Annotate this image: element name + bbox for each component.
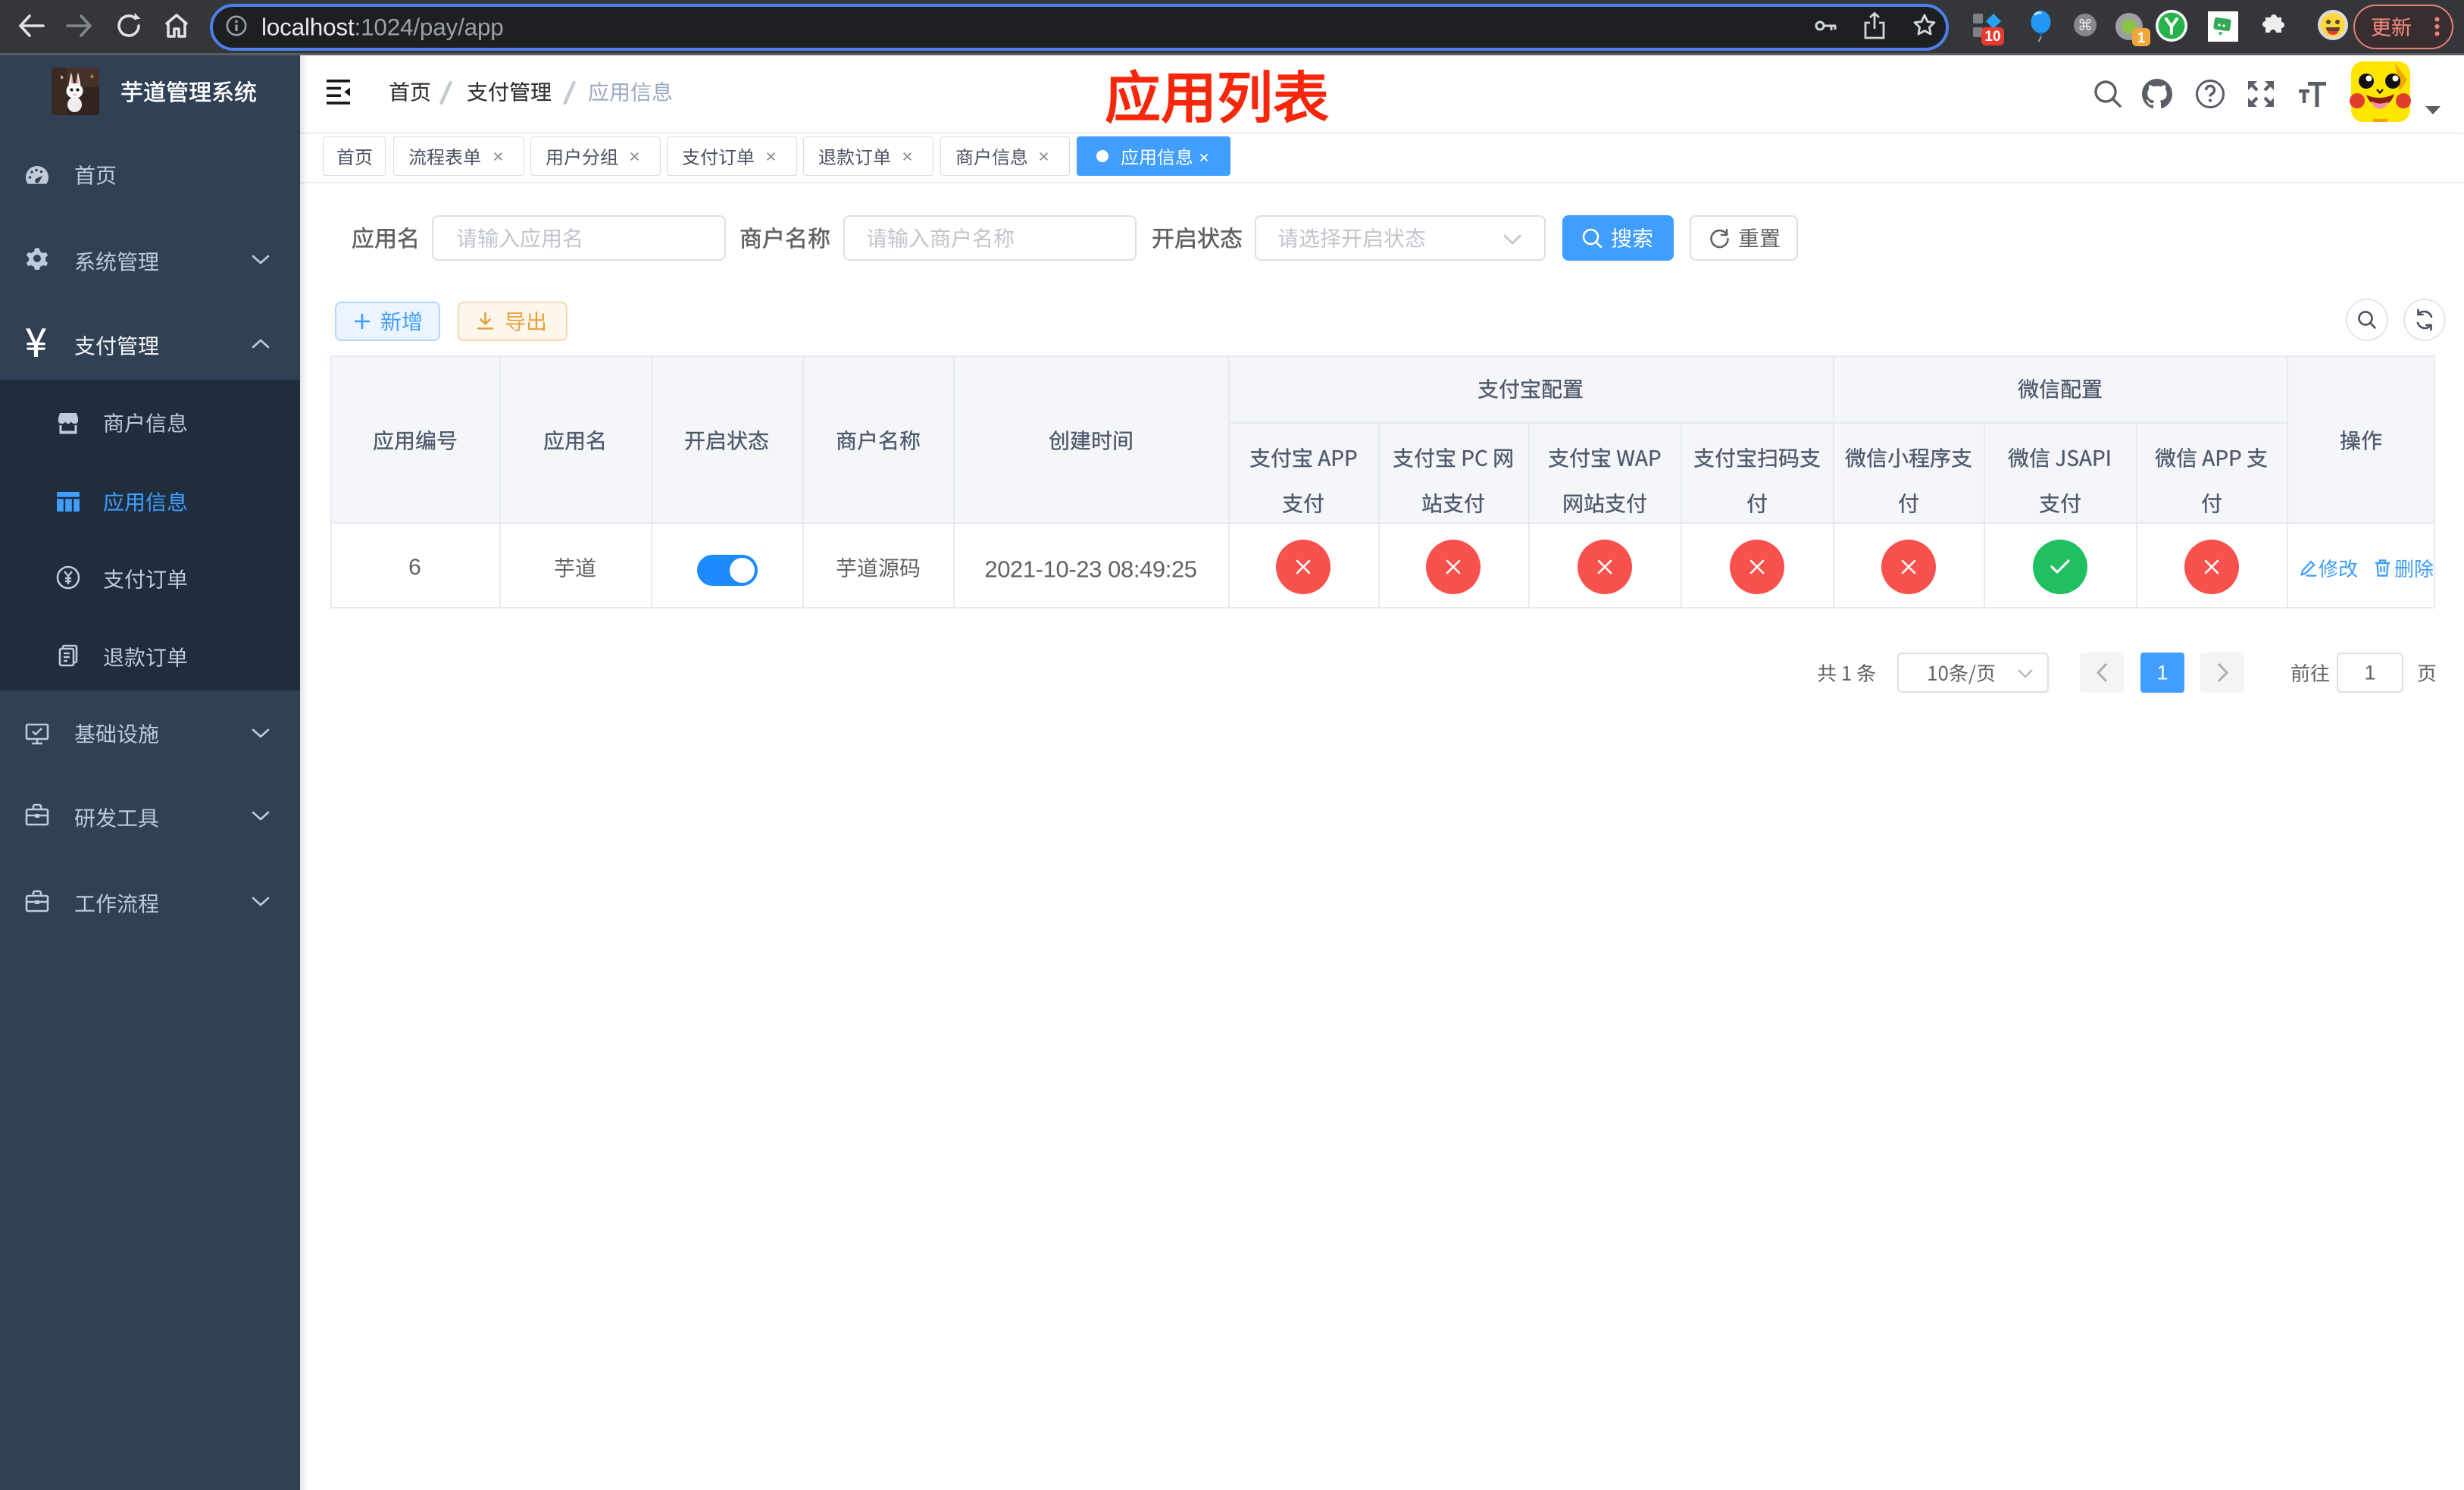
- svg-text:1: 1: [2137, 30, 2146, 46]
- svg-text:⌘: ⌘: [2078, 17, 2093, 34]
- svg-text:10: 10: [1984, 29, 2000, 45]
